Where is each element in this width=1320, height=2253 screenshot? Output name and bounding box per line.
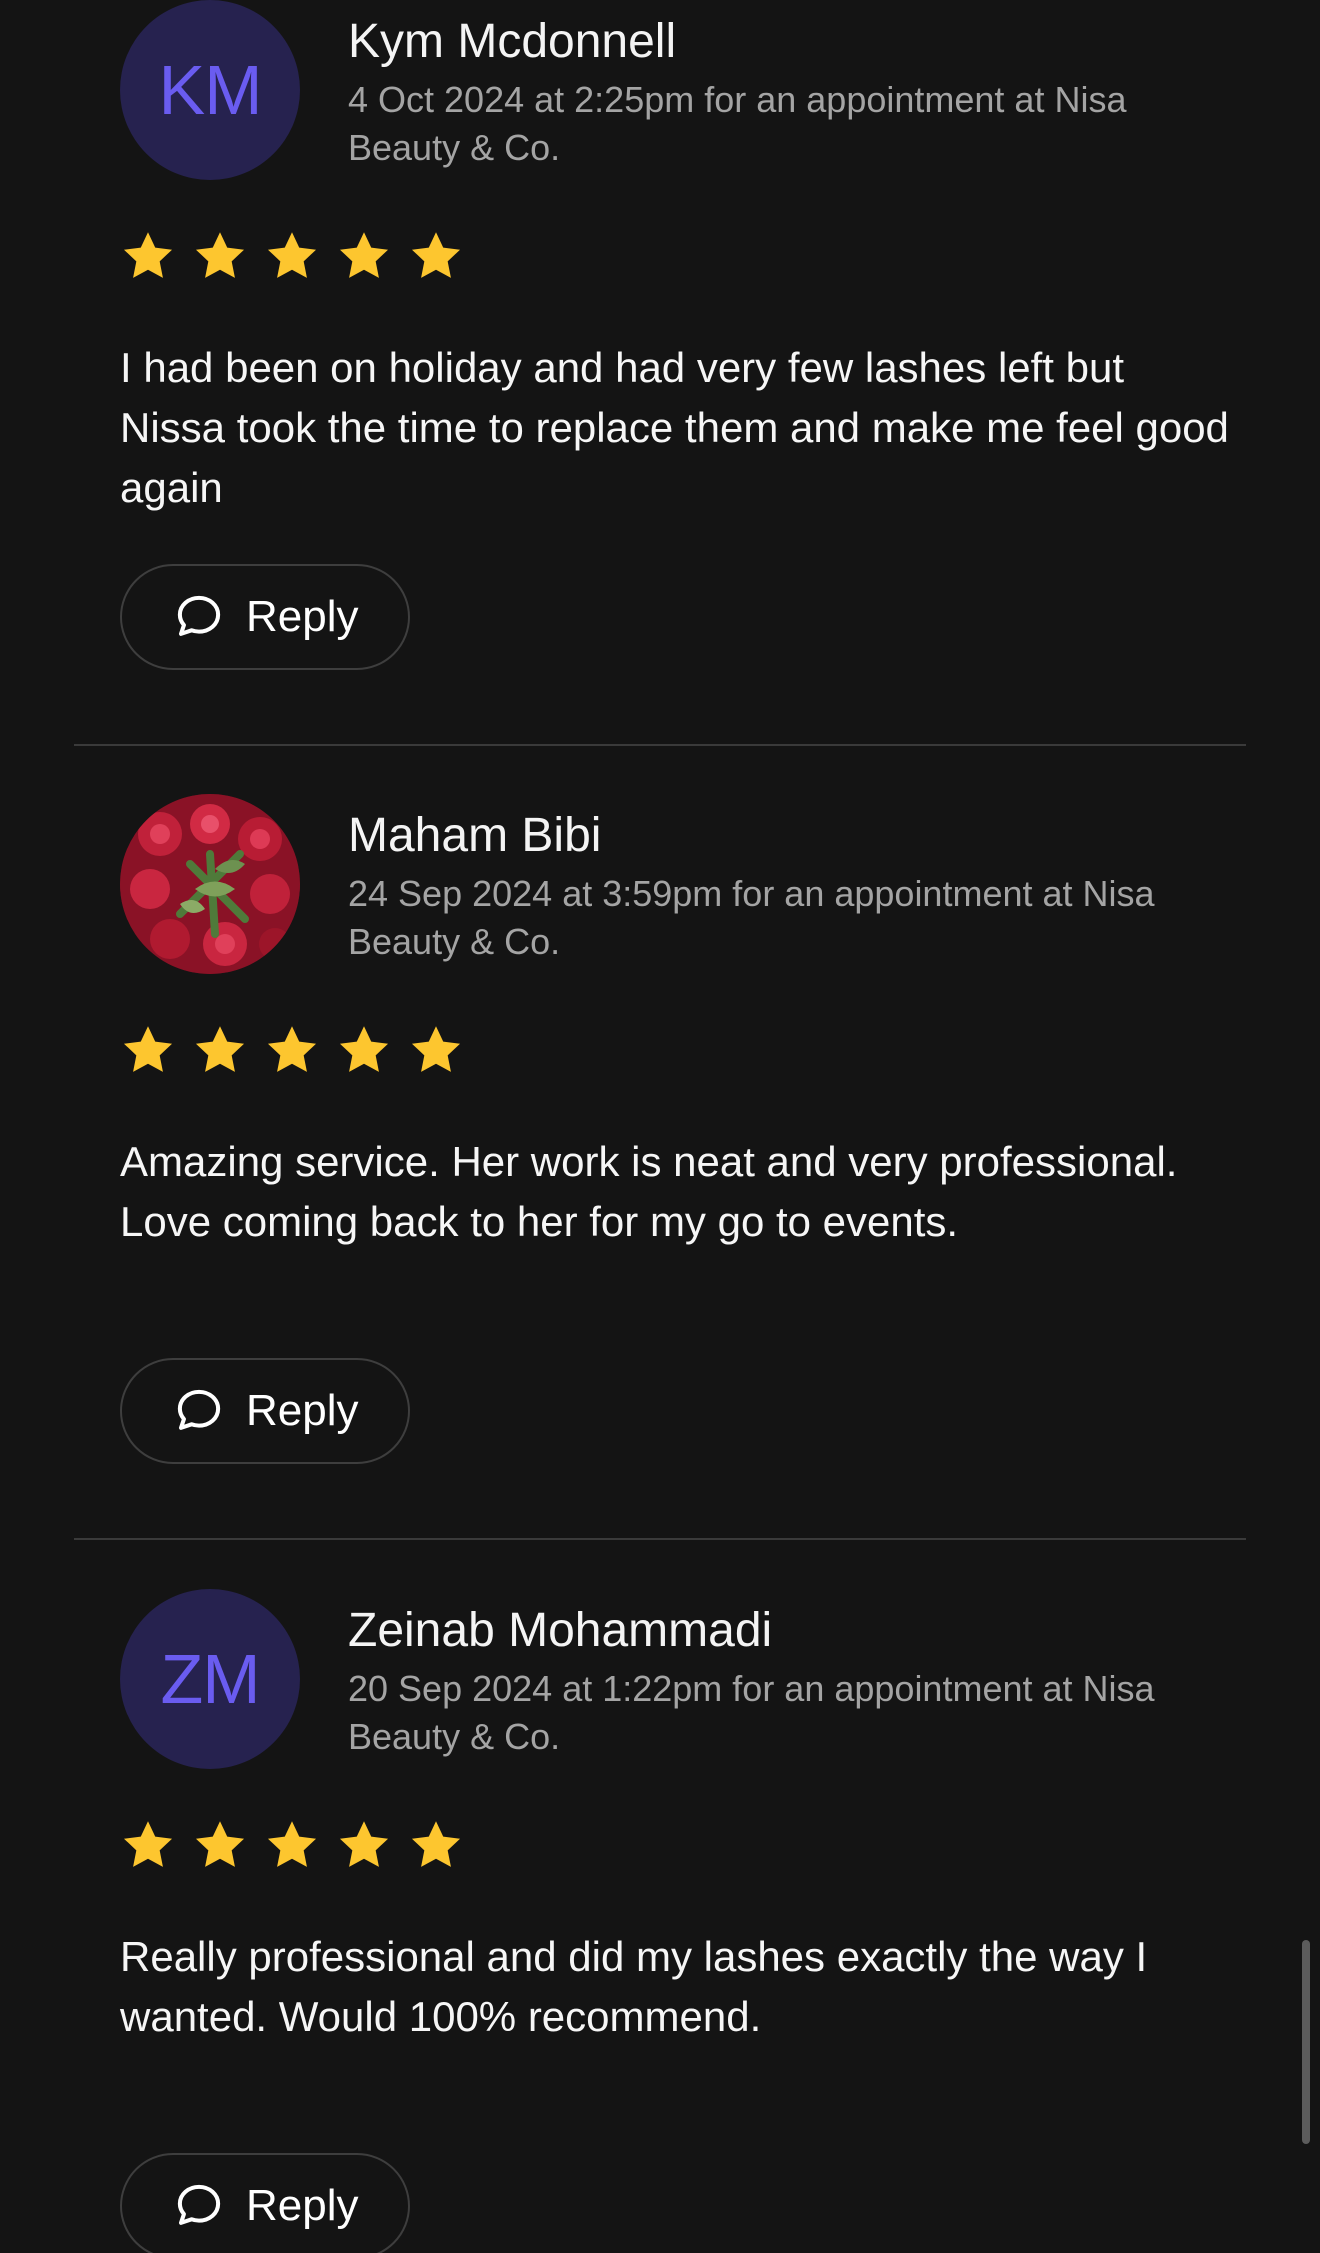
avatar-initials: ZM [160,1640,260,1718]
avatar [120,794,300,974]
reviewer-name: Zeinab Mohammadi [348,1604,773,1657]
scrollbar[interactable] [1302,1940,1310,2144]
star-icon [264,228,320,284]
star-icon [264,1817,320,1873]
avatar: ZM [120,1589,300,1769]
star-icon [192,1022,248,1078]
avatar-initials: KM [158,51,263,129]
star-icon [192,1817,248,1873]
star-rating [120,228,464,284]
review-meta: 24 Sep 2024 at 3:59pm for an appointment… [348,873,1155,962]
star-rating [120,1817,464,1873]
star-icon [120,228,176,284]
star-icon [336,228,392,284]
star-icon [408,228,464,284]
divider [74,1538,1246,1540]
star-icon [192,228,248,284]
roses-photo [120,794,300,974]
review-text: Really professional and did my lashes ex… [120,1933,1148,2040]
reviewer-name: Maham Bibi [348,809,602,862]
reviews-page: KM Kym Mcdonnell 4 Oct 2024 at 2:25pm fo… [0,0,1320,2253]
review-meta: 4 Oct 2024 at 2:25pm for an appointment … [348,79,1127,168]
avatar: KM [120,0,300,180]
reply-label: Reply [246,2181,359,2230]
reply-button[interactable]: Reply [120,2153,410,2253]
review-meta: 20 Sep 2024 at 1:22pm for an appointment… [348,1668,1155,1757]
review-text: I had been on holiday and had very few l… [120,344,1229,511]
speech-bubble-icon [177,595,221,636]
star-icon [120,1817,176,1873]
review-text: Amazing service. Her work is neat and ve… [120,1138,1178,1245]
star-icon [336,1817,392,1873]
reply-label: Reply [246,1386,359,1435]
star-icon [120,1022,176,1078]
star-rating [120,1022,464,1078]
star-icon [264,1022,320,1078]
speech-bubble-icon [177,1389,221,1430]
reply-label: Reply [246,592,359,641]
reply-button[interactable]: Reply [120,1358,410,1464]
reply-button[interactable]: Reply [120,564,410,670]
star-icon [336,1022,392,1078]
speech-bubble-icon [177,2184,221,2225]
star-icon [408,1817,464,1873]
divider [74,744,1246,746]
star-icon [408,1022,464,1078]
reviewer-name: Kym Mcdonnell [348,15,677,68]
